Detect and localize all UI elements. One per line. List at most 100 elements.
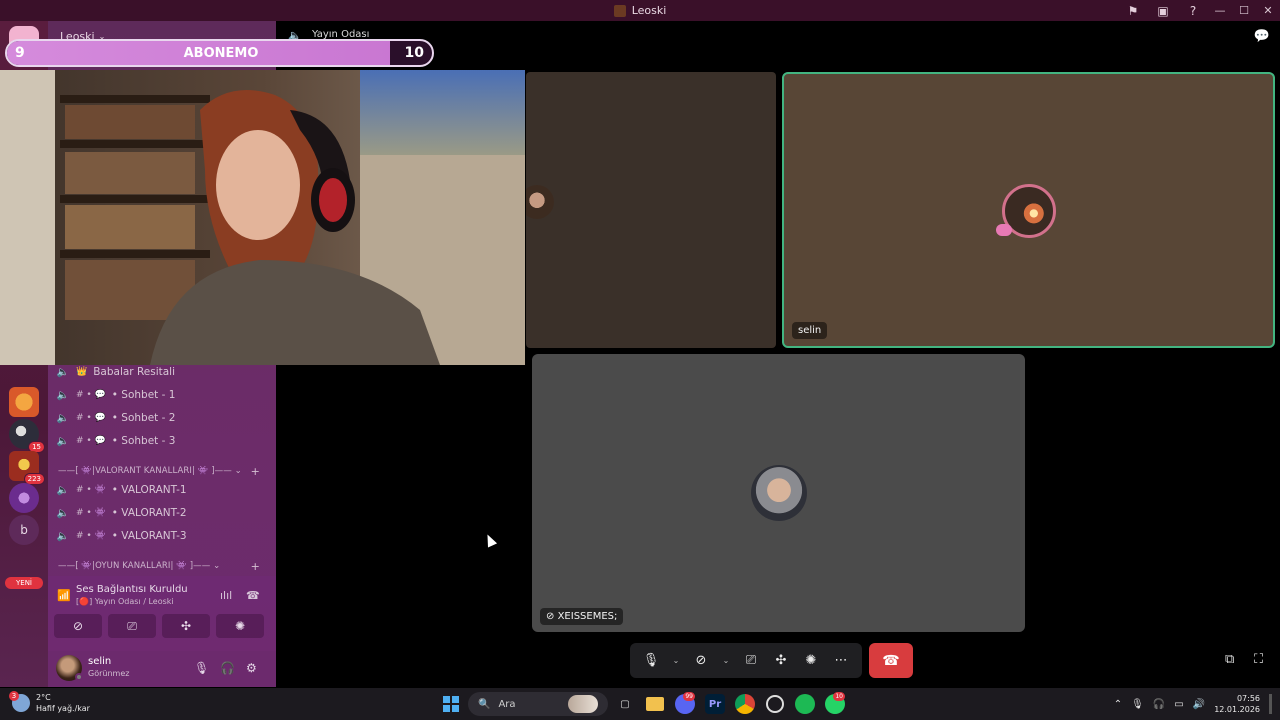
user-name[interactable]: selin — [88, 656, 111, 667]
speaker-icon: 🔈 — [56, 530, 70, 542]
taskbar-apps: 🔍 Ara ▢ 99 Pr 10 — [438, 691, 848, 717]
soundboard-button[interactable]: ✺ — [801, 653, 821, 668]
premiere-icon[interactable]: Pr — [705, 694, 725, 714]
participant-name-wrap: ⊘ XEISSEMES; — [540, 608, 624, 625]
show-desktop-button[interactable] — [1269, 694, 1272, 714]
windows-icon — [443, 696, 459, 712]
title-bar-controls: ⚑ ▣ ? — ☐ ✕ — [1118, 0, 1280, 21]
disconnect-icon[interactable]: ☎ — [246, 589, 260, 602]
server-icon-5[interactable]: b — [9, 515, 39, 545]
more-options-button[interactable]: ⋯ — [831, 653, 851, 668]
noise-suppression-icon[interactable]: ılıl — [220, 589, 232, 602]
channel-label: Babalar Resitali — [93, 366, 176, 378]
channel-prefix: # • 💬 — [76, 390, 106, 400]
speaker-icon: 🔈 — [56, 366, 70, 378]
network-icon[interactable]: ▭ — [1174, 699, 1183, 710]
camera-off-button[interactable]: ⊘ — [54, 614, 102, 638]
channel-sohbet-1[interactable]: 🔈 # • 💬 • Sohbet - 1 — [56, 385, 270, 405]
channel-valorant-2[interactable]: 🔈 # • 👾 • VALORANT-2 — [56, 503, 270, 523]
speaker-icon: 🔈 — [56, 435, 70, 447]
screen-share-button[interactable]: ⎚ — [741, 653, 761, 668]
avatar — [751, 465, 807, 521]
flag-icon[interactable]: ⚑ — [1118, 0, 1148, 21]
call-controls: 🎙 ⌄ ⊘ ⌄ ⎚ ✣ ✺ ⋯ — [630, 643, 862, 678]
weather-badge: 3 — [9, 691, 19, 701]
headphones-icon[interactable]: 🎧 — [220, 661, 235, 675]
channel-valorant-1[interactable]: 🔈 # • 👾 • VALORANT-1 — [56, 480, 270, 500]
close-button[interactable]: ✕ — [1256, 0, 1280, 21]
signal-icon[interactable]: 📶 — [57, 589, 71, 602]
chevron-down-icon[interactable]: ⌄ — [671, 656, 681, 665]
start-button[interactable] — [438, 691, 464, 717]
server-icon-4[interactable] — [9, 483, 39, 513]
channel-prefix: # • 👾 — [76, 485, 106, 495]
soundboard-icon: ✺ — [234, 619, 246, 633]
app-window: Leoski ⚑ ▣ ? — ☐ ✕ 15 223 b YENİ Leoski … — [0, 0, 1280, 720]
window-title: Leoski — [631, 4, 667, 17]
minimize-button[interactable]: — — [1208, 0, 1232, 21]
voice-channel-link[interactable]: [🔴] Yayın Odası / Leoski — [76, 597, 174, 606]
activities-button[interactable]: ✣ — [771, 653, 791, 668]
fullscreen-icon[interactable]: ⛶ — [1254, 652, 1263, 667]
add-channel-icon[interactable]: + — [251, 465, 260, 478]
channel-sohbet-3[interactable]: 🔈 # • 💬 • Sohbet - 3 — [56, 431, 270, 451]
maximize-button[interactable]: ☐ — [1232, 0, 1256, 21]
camera-off-button[interactable]: ⊘ — [691, 653, 711, 668]
microphone-icon[interactable]: 🎙 — [194, 661, 209, 675]
category-valorant[interactable]: ——[ 👾|VALORANT KANALLARI| 👾 ]—— ⌄ + — [58, 464, 268, 478]
category-label: ——[ 👾|OYUN KANALLARI| 👾 ]—— ⌄ — [58, 561, 221, 571]
server-icon-3[interactable]: 223 — [9, 451, 45, 485]
spotify-icon[interactable] — [795, 694, 815, 714]
activities-button[interactable]: ✣ — [162, 614, 210, 638]
server-icon-1[interactable] — [9, 387, 39, 417]
channel-sohbet-2[interactable]: 🔈 # • 💬 • Sohbet - 2 — [56, 408, 270, 428]
task-view-icon[interactable]: ▢ — [612, 691, 638, 717]
screen-icon[interactable]: ▣ — [1148, 0, 1178, 21]
discord-icon[interactable]: 99 — [675, 692, 695, 714]
gear-icon[interactable]: ⚙ — [246, 661, 257, 675]
weather-desc: Hafif yağ./kar — [36, 704, 90, 713]
speaker-icon: 🔈 — [56, 412, 70, 424]
channel-label: • Sohbet - 1 — [111, 389, 176, 401]
microphone-icon[interactable]: 🎙 — [1131, 699, 1144, 710]
server-icon-2[interactable]: 15 — [9, 419, 45, 453]
headphones-icon[interactable]: 🎧 — [1153, 699, 1165, 710]
user-panel: selin Görünmez 🎙 🎧 ⚙ — [48, 651, 276, 687]
weather-widget[interactable]: 3 2°C Hafif yağ./kar — [9, 691, 90, 714]
steam-icon[interactable] — [766, 695, 784, 713]
avatar-decoration-icon — [996, 224, 1012, 236]
end-call-button[interactable]: ☎ — [869, 643, 913, 678]
chevron-up-icon[interactable]: ⌃ — [1114, 699, 1122, 710]
user-status: Görünmez — [88, 669, 130, 678]
chrome-icon[interactable] — [735, 694, 755, 714]
clock-date: 12.01.2026 — [1214, 705, 1260, 714]
sub-goal-label: ABONEMO — [183, 46, 259, 61]
new-badge[interactable]: YENİ — [5, 577, 43, 589]
channel-label: • Sohbet - 3 — [111, 435, 176, 447]
status-indicator — [75, 673, 83, 681]
screen-share-button[interactable]: ⎚ — [108, 614, 156, 638]
participant-tile-xeissemes[interactable]: ⊘ XEISSEMES; — [532, 354, 1025, 632]
participant-tile-selin[interactable]: selin — [782, 72, 1275, 348]
pop-out-icon[interactable]: ⧉ — [1225, 652, 1234, 667]
clock[interactable]: 07:56 12.01.2026 — [1214, 693, 1260, 715]
speaker-icon: 🔈 — [56, 484, 70, 496]
voice-status[interactable]: Ses Bağlantısı Kuruldu — [76, 584, 188, 595]
volume-icon[interactable]: 🔊 — [1193, 699, 1205, 710]
microphone-button[interactable]: 🎙 — [641, 653, 661, 668]
channel-valorant-3[interactable]: 🔈 # • 👾 • VALORANT-3 — [56, 526, 270, 546]
add-channel-icon[interactable]: + — [251, 560, 260, 573]
file-explorer-icon[interactable] — [646, 697, 664, 711]
server-letter: b — [20, 523, 28, 537]
participant-tile-partial[interactable] — [526, 72, 776, 348]
app-title: Leoski — [613, 4, 667, 17]
soundboard-button[interactable]: ✺ — [216, 614, 264, 638]
whatsapp-icon[interactable]: 10 — [825, 692, 845, 714]
help-icon[interactable]: ? — [1178, 0, 1208, 21]
search-box[interactable]: 🔍 Ara — [468, 692, 608, 716]
chevron-down-icon[interactable]: ⌄ — [721, 656, 731, 665]
channel-babalar-resitali[interactable]: 🔈 👑 Babalar Resitali — [56, 362, 270, 382]
weather-temp: 2°C — [36, 693, 51, 702]
chat-icon[interactable]: 💬 — [1254, 29, 1270, 44]
category-oyun[interactable]: ——[ 👾|OYUN KANALLARI| 👾 ]—— ⌄ + — [58, 559, 268, 573]
